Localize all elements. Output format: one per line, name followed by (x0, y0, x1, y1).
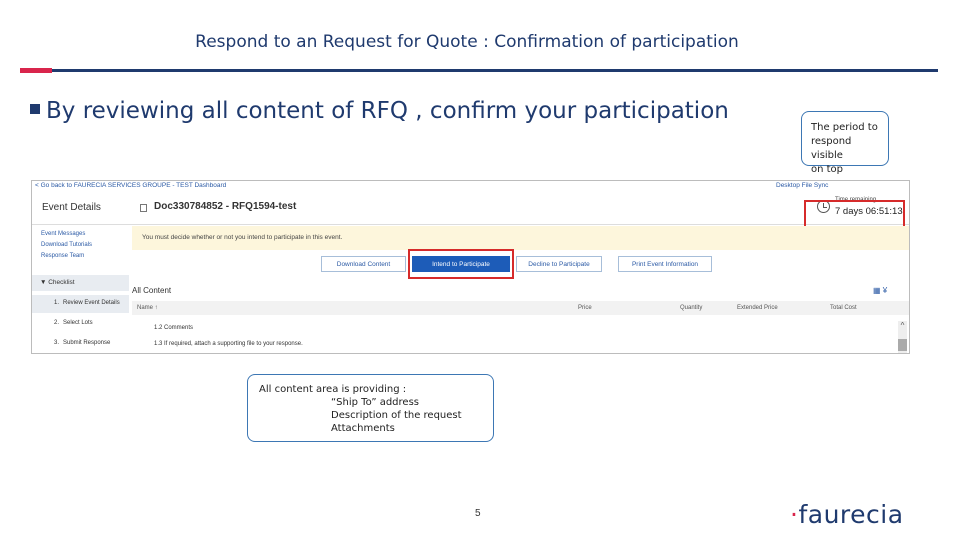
intend-button-highlight (408, 249, 514, 279)
notice-text: You must decide whether or not you inten… (142, 234, 343, 241)
bullet-row: By reviewing all content of RFQ , confir… (30, 98, 729, 124)
title-rule (52, 69, 938, 72)
title-accent-rule (20, 68, 52, 73)
nav-response-team[interactable]: Response Team (41, 253, 84, 259)
back-link[interactable]: < Go back to FAURECIA SERVICES GROUPE - … (35, 182, 226, 189)
checklist-step-lots[interactable]: 2. Select Lots (32, 315, 129, 333)
column-total-cost[interactable]: Total Cost (830, 305, 857, 311)
desktop-file-sync-link[interactable]: Desktop File Sync (776, 182, 828, 189)
callout-line: Attachments (331, 423, 395, 434)
download-content-button[interactable]: Download Content (321, 256, 406, 272)
document-icon (140, 204, 147, 212)
checklist-header[interactable]: ▼ Checklist (32, 275, 129, 291)
decline-to-participate-button[interactable]: Decline to Participate (516, 256, 602, 272)
table-row[interactable]: 1.3 If required, attach a supporting fil… (132, 337, 902, 351)
checklist-label: ▼ Checklist (40, 279, 75, 286)
step-number: 2. (54, 320, 60, 326)
callout-line: Description of the request (331, 410, 462, 421)
checklist-step-submit[interactable]: 3. Submit Response (32, 335, 129, 353)
callout-line: on top (811, 164, 844, 175)
event-details-title: Event Details (42, 202, 101, 213)
left-nav: Event Messages Download Tutorials Respon… (32, 225, 129, 353)
step-label: Review Event Details (63, 300, 120, 306)
callout-line: All content area is providing : (259, 384, 407, 395)
table-options-icon[interactable]: ▦ ¥ (873, 286, 887, 295)
nav-event-messages[interactable]: Event Messages (41, 231, 85, 237)
row-label: 1.3 If required, attach a supporting fil… (154, 341, 303, 347)
column-extended-price[interactable]: Extended Price (737, 305, 778, 311)
bullet-text: By reviewing all content of RFQ , confir… (46, 98, 729, 124)
event-screenshot: < Go back to FAURECIA SERVICES GROUPE - … (31, 180, 910, 354)
callout-line: respond visible (811, 136, 852, 161)
step-label: Submit Response (63, 340, 111, 346)
logo-text: faurecia (798, 500, 904, 529)
callout-time-period: The period to respond visible on top (801, 111, 889, 175)
step-number: 3. (54, 340, 60, 346)
callout-content-area: All content area is providing : “Ship To… (247, 374, 494, 442)
table-row[interactable]: 1.2 Comments (132, 321, 902, 335)
row-label: 1.2 Comments (154, 325, 194, 331)
scroll-up-icon[interactable]: ^ (898, 321, 907, 330)
page-number: 5 (475, 508, 481, 519)
column-quantity[interactable]: Quantity (680, 305, 702, 311)
callout-line: “Ship To” address (331, 397, 419, 408)
checklist-step-review[interactable]: 1. Review Event Details (32, 295, 129, 313)
square-bullet-icon (30, 103, 40, 114)
column-price[interactable]: Price (578, 305, 592, 311)
step-label: Select Lots (63, 320, 93, 326)
screenshot-topbar: < Go back to FAURECIA SERVICES GROUPE - … (32, 181, 909, 191)
column-name[interactable]: Name ↑ (137, 305, 158, 311)
participation-notice: You must decide whether or not you inten… (132, 226, 909, 250)
step-number: 1. (54, 300, 60, 306)
scrollbar-thumb[interactable] (898, 339, 907, 351)
event-header: Event Details Doc330784852 - RFQ1594-tes… (32, 192, 909, 234)
print-event-info-button[interactable]: Print Event Information (618, 256, 712, 272)
slide-title: Respond to an Request for Quote : Confir… (195, 32, 739, 52)
nav-download-tutorials[interactable]: Download Tutorials (41, 242, 92, 248)
content-table-header: Name ↑ Price Quantity Extended Price Tot… (132, 301, 909, 315)
all-content-heading: All Content (132, 286, 172, 295)
callout-line: The period to (811, 122, 878, 133)
document-title: Doc330784852 - RFQ1594-test (154, 201, 297, 212)
faurecia-logo: ·faurecia (790, 500, 904, 529)
